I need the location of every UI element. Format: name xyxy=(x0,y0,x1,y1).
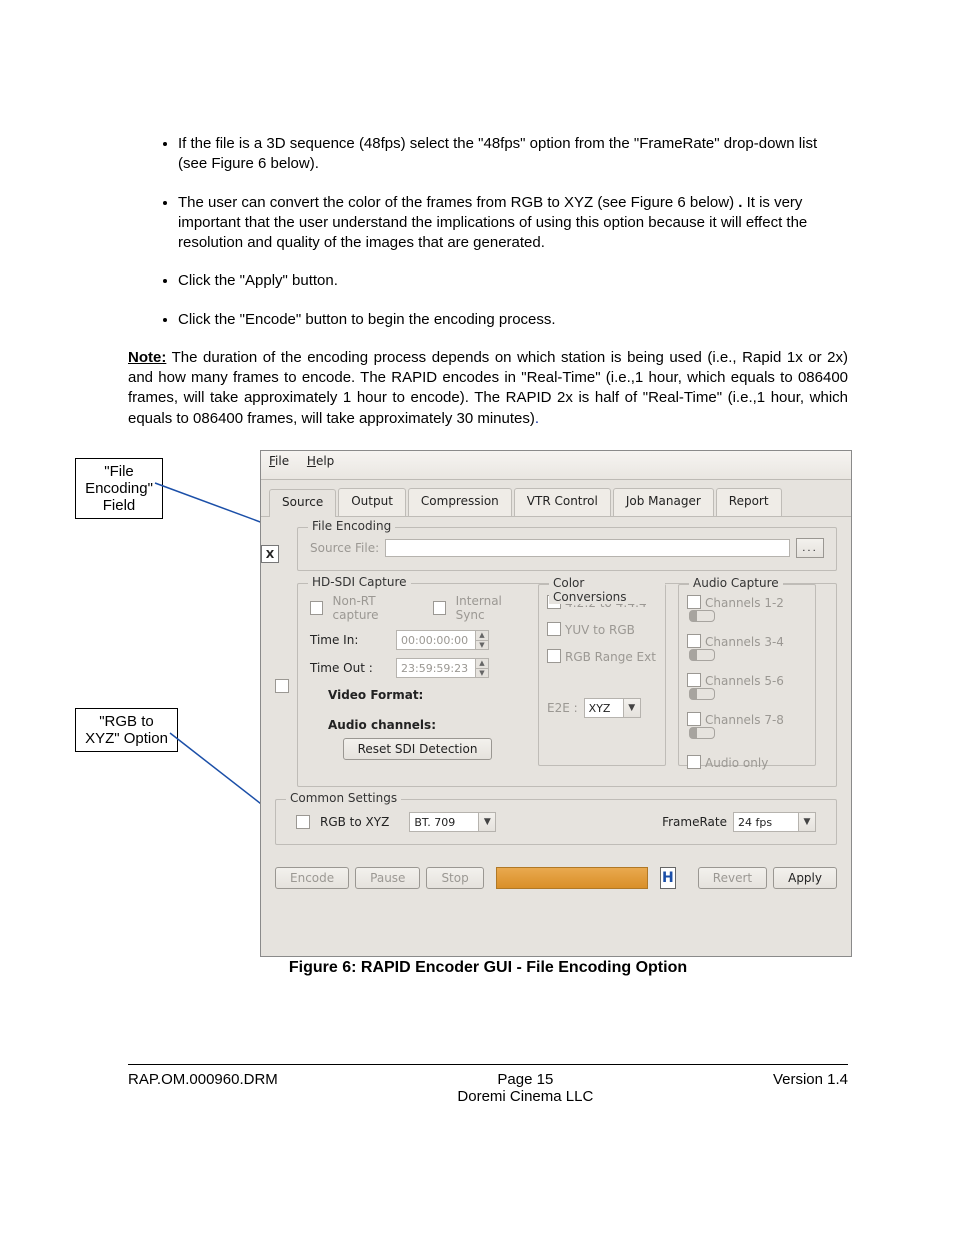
figure-caption: Figure 6: RAPID Encoder GUI - File Encod… xyxy=(128,959,848,977)
stop-button[interactable]: Stop xyxy=(426,867,483,889)
chevron-down-icon[interactable]: ▼ xyxy=(624,698,641,718)
browse-button[interactable]: ... xyxy=(796,538,824,558)
label-source-file: Source File: xyxy=(310,541,379,555)
progress-bar xyxy=(496,867,648,889)
chevron-down-icon[interactable]: ▼ xyxy=(479,812,496,832)
bullet-list: If the file is a 3D sequence (48fps) sel… xyxy=(128,134,848,330)
note-paragraph: Note: The duration of the encoding proce… xyxy=(128,348,848,429)
reset-sdi-button[interactable]: Reset SDI Detection xyxy=(343,738,493,760)
note-label: Note: xyxy=(128,349,166,366)
label-video-format: Video Format: xyxy=(328,688,525,702)
checkbox-internal-sync[interactable] xyxy=(433,601,446,615)
select-colorspace[interactable]: BT. 709 xyxy=(409,812,479,832)
tab-job-manager[interactable]: Job Manager xyxy=(613,488,714,516)
callout-rgb-to-xyz: "RGB to XYZ" Option xyxy=(75,708,178,752)
checkbox-ch56[interactable] xyxy=(687,673,701,687)
toggle-hdsdi[interactable] xyxy=(275,679,289,693)
spinner-time-out[interactable]: ▲▼ xyxy=(476,658,489,678)
label-time-in: Time In: xyxy=(310,633,390,647)
tab-strip: Source Output Compression VTR Control Jo… xyxy=(261,480,851,517)
toggle-file-encoding[interactable]: X xyxy=(261,545,279,563)
checkbox-rgb-range-ext[interactable] xyxy=(547,649,561,663)
tab-vtr[interactable]: VTR Control xyxy=(514,488,611,516)
label-time-out: Time Out : xyxy=(310,661,390,675)
select-framerate[interactable]: 24 fps xyxy=(733,812,799,832)
tab-compression[interactable]: Compression xyxy=(408,488,512,516)
rapid-encoder-window: File Help Source Output Compression VTR … xyxy=(260,450,852,957)
bullet-2: The user can convert the color of the fr… xyxy=(178,193,848,254)
input-source-file[interactable] xyxy=(385,539,790,557)
checkbox-rgb-to-xyz[interactable] xyxy=(296,815,310,829)
label-framerate: FrameRate xyxy=(662,815,727,829)
legend-audio-capture: Audio Capture xyxy=(689,576,783,590)
slider-ch78[interactable] xyxy=(689,727,715,739)
menu-help[interactable]: Help xyxy=(307,454,334,468)
checkbox-ch34[interactable] xyxy=(687,634,701,648)
input-time-out[interactable]: 23:59:59:23 xyxy=(396,658,476,678)
revert-button[interactable]: Revert xyxy=(698,867,767,889)
apply-button[interactable]: Apply xyxy=(773,867,837,889)
legend-hdsdi: HD-SDI Capture xyxy=(308,575,411,589)
tab-report[interactable]: Report xyxy=(716,488,782,516)
menu-file[interactable]: File xyxy=(269,454,289,468)
select-e2e[interactable]: XYZ xyxy=(584,698,624,718)
checkbox-nonrt[interactable] xyxy=(310,601,323,615)
legend-color-conversions: Color Conversions xyxy=(549,576,665,604)
legend-common-settings: Common Settings xyxy=(286,791,401,805)
checkbox-audio-only[interactable] xyxy=(687,755,701,769)
bullet-1: If the file is a 3D sequence (48fps) sel… xyxy=(178,134,848,175)
label-audio-channels: Audio channels: xyxy=(328,718,525,732)
checkbox-yuv-rgb[interactable] xyxy=(547,622,561,636)
bullet-4: Click the "Encode" button to begin the e… xyxy=(178,310,848,330)
legend-file-encoding: File Encoding xyxy=(308,519,395,533)
callout-file-encoding: "File Encoding" Field xyxy=(75,458,163,519)
input-time-in[interactable]: 00:00:00:00 xyxy=(396,630,476,650)
checkbox-ch12[interactable] xyxy=(687,595,701,609)
chevron-down-icon[interactable]: ▼ xyxy=(799,812,816,832)
page-footer: RAP.OM.000960.DRM Page 15 Doremi Cinema … xyxy=(128,1064,848,1105)
slider-ch12[interactable] xyxy=(689,610,715,622)
checkbox-ch78[interactable] xyxy=(687,712,701,726)
pause-button[interactable]: Pause xyxy=(355,867,420,889)
slider-ch34[interactable] xyxy=(689,649,715,661)
label-rgb-to-xyz: RGB to XYZ xyxy=(320,815,389,829)
tab-source[interactable]: Source xyxy=(269,489,336,517)
label-e2e: E2E : xyxy=(547,701,578,715)
progress-icon: H xyxy=(660,867,676,889)
encode-button[interactable]: Encode xyxy=(275,867,349,889)
footer-version: Version 1.4 xyxy=(773,1071,848,1105)
bullet-3: Click the "Apply" button. xyxy=(178,271,848,291)
spinner-time-in[interactable]: ▲▼ xyxy=(476,630,489,650)
menubar: File Help xyxy=(261,451,851,480)
slider-ch56[interactable] xyxy=(689,688,715,700)
footer-doc-id: RAP.OM.000960.DRM xyxy=(128,1071,278,1105)
tab-output[interactable]: Output xyxy=(338,488,406,516)
